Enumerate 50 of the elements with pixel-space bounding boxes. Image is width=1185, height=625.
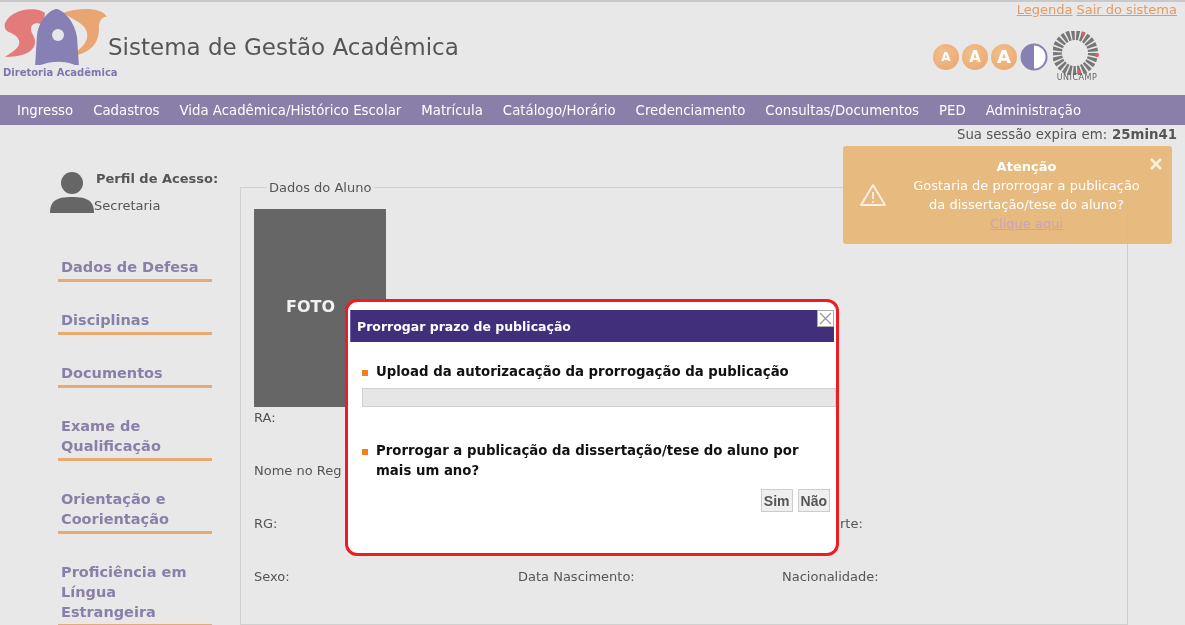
bullet-icon — [362, 370, 368, 376]
menu-item[interactable]: Administração — [975, 102, 1092, 118]
font-size-button[interactable]: A — [962, 43, 988, 70]
upload-field[interactable] — [362, 388, 836, 407]
bullet-icon — [362, 449, 368, 455]
sidebar-item[interactable]: Disciplinas — [58, 310, 212, 335]
header-link[interactable]: Sair do sistema — [1076, 2, 1177, 17]
dialog-text: Upload da autorizacação da prorrogação da publicação — [376, 363, 789, 381]
dialog-text: Prorrogar a publicação da dissertação/tese do aluno por mais um ano? — [376, 442, 800, 480]
sidebar-item[interactable]: Exame de Qualificação — [58, 416, 212, 461]
field-label: Data Nascimento: — [518, 569, 635, 584]
photo-label: FOTO — [286, 297, 336, 316]
profile-value: Secretaria — [94, 198, 162, 213]
field-label: Nome no Reg — [254, 463, 342, 478]
field-label: RG: — [254, 516, 278, 531]
field-label: rte: — [840, 516, 863, 531]
menu-item[interactable]: Matrícula — [411, 102, 493, 118]
panel-legend: Dados do Aluno — [266, 180, 375, 195]
field-label: Sexo: — [254, 569, 290, 584]
sidebar-item[interactable]: Dados de Defesa — [58, 257, 212, 282]
warning-icon — [859, 183, 887, 207]
contrast-icon[interactable] — [1020, 42, 1048, 71]
font-size-button[interactable]: A — [991, 43, 1017, 70]
close-icon[interactable] — [817, 310, 834, 327]
menu-item[interactable]: PED — [929, 102, 976, 118]
dialog-title: Prorrogar prazo de publicação — [357, 318, 571, 334]
font-size-button[interactable]: A — [933, 43, 959, 70]
dialog-button[interactable]: Não — [797, 489, 830, 512]
menu-item[interactable]: Vida Acadêmica/Histórico Escolar — [169, 102, 412, 118]
user-icon — [50, 171, 96, 213]
sidebar-item[interactable]: Orientação e Coorientação — [58, 489, 212, 534]
menu-item[interactable]: Cadastros — [83, 102, 170, 118]
field-label: RA: — [254, 410, 276, 425]
logo-caption: Diretoria Acadêmica — [3, 67, 118, 78]
menu-item[interactable]: Catálogo/Horário — [492, 102, 626, 118]
session-label: Sua sessão expira em: — [957, 127, 1108, 142]
sidebar-item[interactable]: Proficiência em Língua Estrangeira — [58, 562, 212, 625]
logo-caption: UNICAMP — [1056, 73, 1098, 82]
menu-item[interactable]: Ingresso — [7, 102, 84, 118]
dialog-button[interactable]: Sim — [760, 489, 793, 512]
session-timer: 25min41 — [1112, 127, 1177, 142]
header-link[interactable]: Legenda — [1016, 2, 1073, 17]
sidebar-item[interactable]: Documentos — [58, 363, 212, 388]
profile-label: Perfil de Acesso: — [96, 171, 219, 186]
university-logo-icon — [1053, 31, 1101, 75]
menu-item[interactable]: Credenciamento — [625, 102, 756, 118]
toast-title: Atenção — [996, 159, 1057, 174]
field-label: Nacionalidade: — [782, 569, 879, 584]
toast-message: Gostaria de prorrogar a publicação da dissertação/tese do aluno? — [912, 177, 1141, 214]
menu-item[interactable]: Consultas/Documentos — [755, 102, 929, 118]
